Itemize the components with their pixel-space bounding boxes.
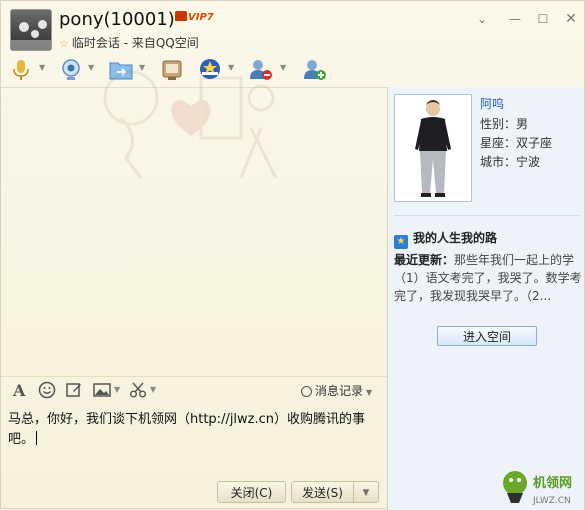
star-icon: ☆ bbox=[59, 37, 69, 50]
contact-name[interactable]: pony(10001) bbox=[59, 9, 175, 30]
contact-avatar[interactable] bbox=[10, 9, 52, 51]
microphone-caret-icon[interactable]: ▼ bbox=[39, 63, 45, 72]
title-bar: pony(10001) VIP7 ☆ 临时会话 - 来自QQ空间 ⌄ — ☐ ✕ bbox=[1, 1, 584, 55]
screenshot-caret-icon[interactable]: ▼ bbox=[150, 385, 156, 394]
svg-text:A: A bbox=[12, 381, 26, 399]
vip-crown-icon bbox=[175, 11, 187, 21]
qzone-star-icon: ★ bbox=[394, 235, 408, 249]
message-history-button[interactable]: 消息记录 ▼ bbox=[301, 382, 372, 399]
webcam-icon bbox=[62, 59, 80, 80]
svg-text:JLWZ.CN: JLWZ.CN bbox=[532, 496, 571, 506]
microphone-button[interactable] bbox=[11, 58, 31, 84]
window-menu-button[interactable]: ⌄ bbox=[474, 11, 490, 27]
profile-gender: 性别：男 bbox=[480, 117, 529, 131]
screenshot-button[interactable] bbox=[129, 381, 147, 403]
font-button[interactable]: A bbox=[11, 381, 29, 403]
chat-window: pony(10001) VIP7 ☆ 临时会话 - 来自QQ空间 ⌄ — ☐ ✕ … bbox=[0, 0, 585, 510]
profile-city: 城市：宁波 bbox=[480, 155, 541, 169]
font-icon: A bbox=[12, 381, 26, 400]
close-button[interactable]: 关闭(C) bbox=[217, 481, 286, 503]
clock-icon bbox=[301, 386, 312, 397]
scissors-icon bbox=[130, 382, 146, 398]
message-input[interactable]: 马总，你好，我们谈下机领网（http://jlwz.cn）收购腾讯的事吧。 bbox=[1, 402, 387, 475]
magic-edit-button[interactable] bbox=[65, 381, 83, 403]
history-caret-icon: ▼ bbox=[366, 388, 373, 397]
update-label: 最近更新： bbox=[394, 253, 455, 267]
site-watermark-logo: 机领网 JLWZ.CN bbox=[503, 471, 572, 506]
profile-nickname[interactable]: 阿呜 bbox=[480, 95, 504, 112]
emoji-button[interactable] bbox=[38, 381, 56, 403]
enter-space-button[interactable]: 进入空间 bbox=[437, 326, 537, 346]
close-window-button[interactable]: ✕ bbox=[563, 11, 579, 27]
image-caret-icon[interactable]: ▼ bbox=[114, 385, 120, 394]
sidebar-separator bbox=[394, 215, 580, 216]
profile-figure[interactable] bbox=[394, 94, 472, 202]
edit-icon bbox=[66, 383, 81, 397]
space-update[interactable]: 最近更新：那些年我们一起上的学（1）语文考完了，我哭了。数学考完了，我发现我哭早… bbox=[394, 251, 582, 305]
add-contact-button[interactable] bbox=[302, 58, 328, 84]
profile-zodiac: 星座：双子座 bbox=[480, 136, 553, 150]
microphone-icon bbox=[13, 60, 29, 80]
session-info: ☆ 临时会话 - 来自QQ空间 bbox=[59, 36, 199, 50]
send-caret-icon: ▼ bbox=[362, 488, 370, 498]
add-contact-icon bbox=[304, 60, 326, 80]
format-toolbar: A ▼ ▼ 消息记录 ▼ bbox=[1, 376, 387, 403]
image-icon bbox=[93, 383, 111, 397]
vip-badge[interactable]: VIP7 bbox=[175, 11, 214, 23]
space-title[interactable]: ★ 我的人生我的路 bbox=[394, 229, 497, 249]
message-history-area[interactable] bbox=[1, 70, 387, 378]
send-options-button[interactable]: ▼ bbox=[353, 481, 379, 503]
maximize-button[interactable]: ☐ bbox=[535, 11, 551, 27]
svg-text:机领网: 机领网 bbox=[533, 475, 572, 491]
person-figure-icon bbox=[415, 100, 451, 197]
webcam-button[interactable] bbox=[59, 58, 83, 84]
profile-sidebar: 阿呜 性别：男 星座：双子座 城市：宁波 ★ 我的人生我的路 最近更新：那些年我们… bbox=[388, 87, 584, 510]
minimize-button[interactable]: — bbox=[507, 11, 523, 27]
background-doodle-icon bbox=[103, 70, 278, 179]
send-button[interactable]: 发送(S) bbox=[291, 481, 354, 503]
text-cursor bbox=[36, 431, 38, 445]
webcam-caret-icon[interactable]: ▼ bbox=[88, 63, 94, 72]
image-button[interactable] bbox=[92, 381, 112, 403]
emoji-icon bbox=[38, 381, 56, 399]
message-text[interactable]: 马总，你好，我们谈下机领网（http://jlwz.cn）收购腾讯的事吧。 bbox=[8, 410, 380, 450]
